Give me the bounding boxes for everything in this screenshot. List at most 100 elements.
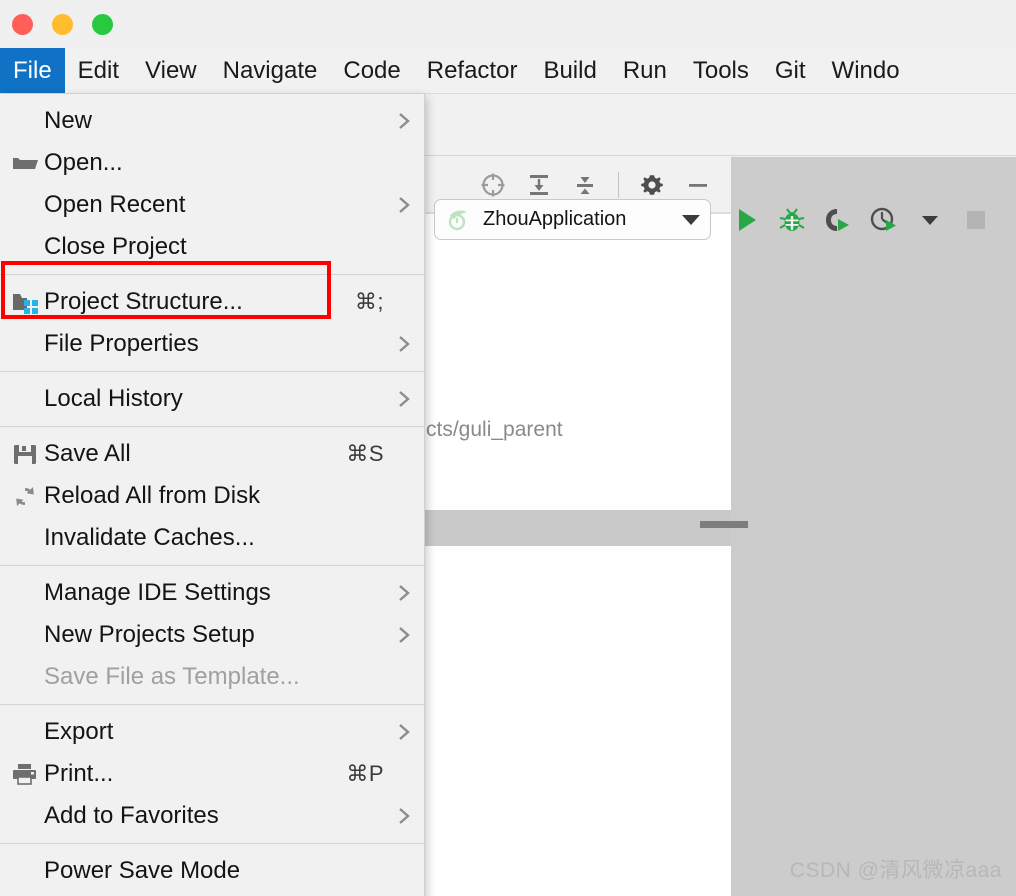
menu-item-new[interactable]: New xyxy=(0,100,424,142)
menu-item-reload-all-from-disk[interactable]: Reload All from Disk xyxy=(0,475,424,517)
editor-area xyxy=(731,157,1016,896)
debug-button[interactable] xyxy=(774,202,810,238)
project-tree-top[interactable] xyxy=(426,213,731,510)
print-icon xyxy=(8,760,42,788)
save-icon xyxy=(14,445,36,464)
menu-item-export[interactable]: Export xyxy=(0,711,424,753)
menu-separator xyxy=(0,704,424,705)
menubar-item-refactor[interactable]: Refactor xyxy=(414,48,531,93)
menu-bar: File Edit View Navigate Code Refactor Build Run… xyxy=(0,48,1016,94)
menu-item-label: Local History xyxy=(44,385,183,412)
menu-item-icon-slot xyxy=(8,233,42,261)
collapse-all-icon xyxy=(577,176,593,194)
menubar-item-windo[interactable]: Windo xyxy=(819,48,913,93)
menubar-item-edit[interactable]: Edit xyxy=(65,48,132,93)
menu-item-label: Open Recent xyxy=(44,191,186,218)
chevron-right-icon xyxy=(396,388,412,410)
maximize-window-button[interactable] xyxy=(92,14,113,35)
stop-button[interactable] xyxy=(958,202,994,238)
menubar-item-label: Edit xyxy=(77,56,120,84)
menu-item-local-history[interactable]: Local History xyxy=(0,378,424,420)
settings-button[interactable] xyxy=(637,170,667,200)
menu-item-icon-slot xyxy=(8,524,42,552)
chevron-right-icon xyxy=(396,624,412,646)
coverage-icon xyxy=(826,209,849,231)
run-configuration-selector[interactable]: ZhouApplication xyxy=(434,199,711,240)
menu-item-label: Project Structure... xyxy=(44,288,243,315)
menu-item-label: Export xyxy=(44,718,114,745)
select-opened-file-button[interactable] xyxy=(478,170,508,200)
menubar-item-file[interactable]: File xyxy=(0,48,65,93)
menu-item-power-save-mode[interactable]: Power Save Mode xyxy=(0,850,424,892)
collapse-all-button[interactable] xyxy=(570,170,600,200)
menu-item-close-project[interactable]: Close Project xyxy=(0,226,424,268)
chevron-right-icon xyxy=(396,721,412,743)
menu-separator xyxy=(0,371,424,372)
menubar-item-label: Code xyxy=(343,56,401,84)
toolbar-divider xyxy=(618,171,619,198)
menubar-item-navigate[interactable]: Navigate xyxy=(210,48,331,93)
menubar-item-label: Refactor xyxy=(426,56,518,84)
menu-item-open[interactable]: Open... xyxy=(0,142,424,184)
menubar-item-label: View xyxy=(145,56,197,84)
menu-item-label: File Properties xyxy=(44,330,199,357)
minus-icon xyxy=(689,183,707,187)
menu-item-label: Print... xyxy=(44,760,114,787)
menu-item-shortcut: ⌘; xyxy=(354,289,384,314)
menu-item-add-to-favorites[interactable]: Add to Favorites xyxy=(0,795,424,837)
menubar-item-tools[interactable]: Tools xyxy=(680,48,762,93)
menubar-item-view[interactable]: View xyxy=(132,48,210,93)
menu-item-shortcut: ⌘P xyxy=(346,761,384,786)
menu-item-icon-slot xyxy=(8,107,42,135)
run-with-coverage-button[interactable] xyxy=(820,202,856,238)
ide-window: File Edit View Navigate Code Refactor Build Run… xyxy=(0,0,1016,896)
expand-all-button[interactable] xyxy=(524,170,554,200)
menu-item-invalidate-caches[interactable]: Invalidate Caches... xyxy=(0,517,424,559)
run-button[interactable] xyxy=(728,202,764,238)
run-configuration-label: ZhouApplication xyxy=(483,208,627,230)
menu-item-new-projects-setup[interactable]: New Projects Setup xyxy=(0,614,424,656)
menubar-item-label: Build xyxy=(543,56,597,84)
menu-item-label: Invalidate Caches... xyxy=(44,524,255,551)
menubar-item-code[interactable]: Code xyxy=(330,48,413,93)
menu-item-open-recent[interactable]: Open Recent xyxy=(0,184,424,226)
file-menu-popup: New Open... Open Recent Close Project Projec… xyxy=(0,94,425,896)
chevron-right-icon xyxy=(396,194,412,216)
project-tree-bottom[interactable] xyxy=(426,546,731,896)
minimize-window-button[interactable] xyxy=(52,14,73,35)
close-window-button[interactable] xyxy=(12,14,33,35)
menubar-item-label: Windo xyxy=(831,56,900,84)
watermark: CSDN @清风微凉aaa xyxy=(789,859,1002,882)
project-structure-icon xyxy=(8,288,42,316)
menu-item-label: Reload All from Disk xyxy=(44,482,261,509)
menu-item-save-all[interactable]: Save All ⌘S xyxy=(0,433,424,475)
profiler-button[interactable] xyxy=(866,202,902,238)
menu-item-label: New Projects Setup xyxy=(44,621,255,648)
menu-item-label: Add to Favorites xyxy=(44,802,219,829)
hide-button[interactable] xyxy=(683,170,713,200)
expand-all-icon xyxy=(530,174,548,195)
menubar-item-git[interactable]: Git xyxy=(762,48,819,93)
menu-item-print[interactable]: Print... ⌘P xyxy=(0,753,424,795)
menubar-item-label: Run xyxy=(622,56,667,84)
menu-separator xyxy=(0,565,424,566)
project-path-label: cts/guli_parent xyxy=(426,418,563,441)
menubar-item-build[interactable]: Build xyxy=(530,48,609,93)
target-icon xyxy=(481,173,505,196)
menubar-item-run[interactable]: Run xyxy=(610,48,680,93)
project-structure-icon xyxy=(13,294,38,314)
profiler-dropdown-button[interactable] xyxy=(912,202,948,238)
menu-item-manage-ide-settings[interactable]: Manage IDE Settings xyxy=(0,572,424,614)
chevron-right-icon xyxy=(396,805,412,827)
menu-item-project-structure[interactable]: Project Structure... ⌘; xyxy=(0,281,424,323)
menu-separator xyxy=(0,843,424,844)
menu-item-icon-slot xyxy=(8,621,42,649)
chevron-right-icon xyxy=(396,333,412,355)
menu-item-file-properties[interactable]: File Properties xyxy=(0,323,424,365)
window-controls xyxy=(12,14,113,35)
menu-item-label: Power Save Mode xyxy=(44,857,241,884)
profiler-icon xyxy=(870,207,896,231)
bug-icon xyxy=(779,208,805,231)
chevron-right-icon xyxy=(396,110,412,132)
chevron-down-icon[interactable] xyxy=(682,214,700,225)
